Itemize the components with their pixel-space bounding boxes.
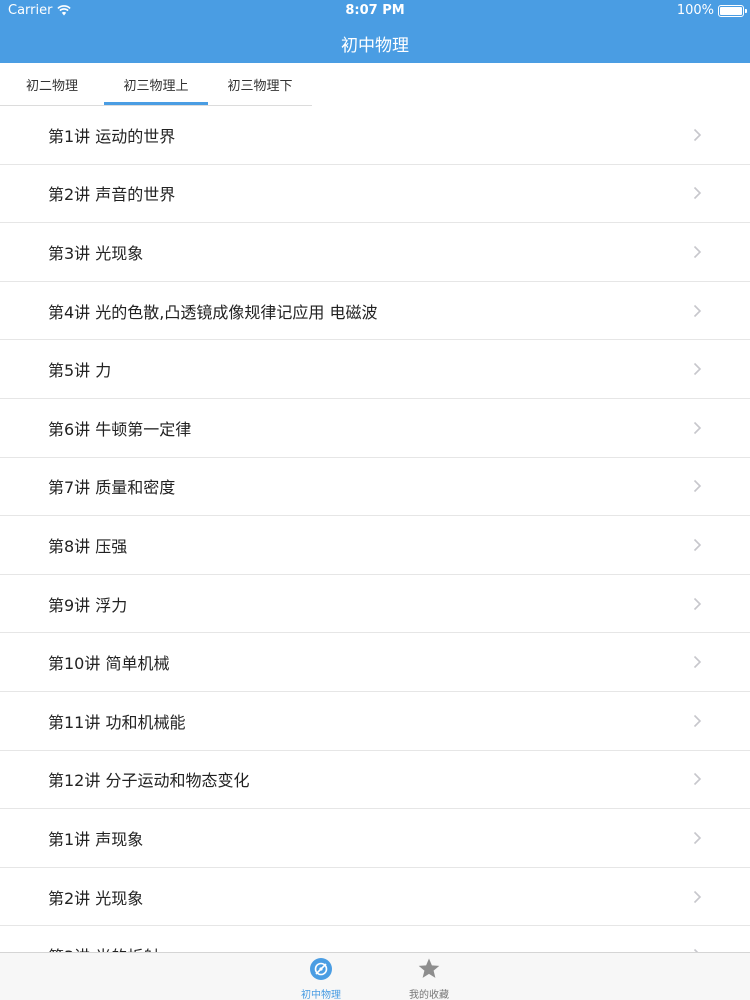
tab-bar-item-favorites[interactable]: 我的收藏 (389, 953, 469, 1000)
chevron-right-icon (693, 538, 702, 552)
list-item-label: 第8讲 压强 (48, 536, 128, 556)
list-item-label: 第11讲 功和机械能 (48, 712, 186, 732)
list-item[interactable]: 第9讲 浮力 (0, 575, 750, 634)
tab-grade-9-first[interactable]: 初三物理上 (104, 63, 208, 105)
list-item[interactable]: 第5讲 力 (0, 340, 750, 399)
list-item-label: 第1讲 声现象 (48, 829, 144, 849)
list-item[interactable]: 第8讲 压强 (0, 516, 750, 575)
tab-bar-label: 初中物理 (301, 990, 341, 1000)
chevron-right-icon (693, 831, 702, 844)
chevron-right-icon (693, 480, 702, 493)
chevron-right-icon (693, 714, 702, 727)
list-item-label: 第7讲 质量和密度 (48, 478, 176, 498)
chevron-right-icon (693, 890, 702, 903)
clock: 8:07 PM (345, 3, 405, 18)
list-item[interactable]: 第2讲 声音的世界 (0, 165, 750, 224)
battery-icon (718, 4, 747, 17)
list-item-label: 第2讲 声音的世界 (48, 185, 176, 205)
list-item-label: 第5讲 力 (48, 361, 112, 381)
list-item[interactable]: 第2讲 光现象 (0, 868, 750, 927)
list-item-label: 第3讲 光的折射 (48, 943, 159, 952)
list-item-label: 第10讲 简单机械 (48, 654, 170, 674)
list-item[interactable]: 第7讲 质量和密度 (0, 458, 750, 517)
list-item[interactable]: 第11讲 功和机械能 (0, 692, 750, 751)
chevron-right-icon (693, 597, 702, 610)
list-item[interactable]: 第1讲 运动的世界 (0, 106, 750, 165)
list-item[interactable]: 第3讲 光的折射 (0, 926, 750, 952)
navigation-bar: 初中物理 (0, 22, 750, 63)
chevron-right-icon (693, 421, 702, 434)
list-item-label: 第1讲 运动的世界 (48, 126, 176, 146)
list-item-label: 第12讲 分子运动和物态变化 (48, 771, 250, 791)
star-icon (418, 958, 440, 978)
chevron-right-icon (693, 304, 702, 317)
page-title: 初中物理 (341, 36, 409, 56)
disc-icon (310, 958, 332, 980)
lecture-list[interactable]: 第1讲 运动的世界 第2讲 声音的世界 第3讲 光现象 第4讲 光的色散,凸透镜… (0, 106, 750, 952)
tab-grade-8[interactable]: 初二物理 (0, 63, 104, 105)
chevron-right-icon (693, 773, 702, 786)
chevron-right-icon (693, 245, 702, 259)
list-item[interactable]: 第12讲 分子运动和物态变化 (0, 751, 750, 810)
bottom-tab-bar: 初中物理 我的收藏 (0, 952, 750, 1000)
battery-group: 100% (676, 3, 747, 18)
battery-percent: 100% (676, 3, 714, 18)
list-item-label: 第9讲 浮力 (48, 595, 128, 615)
list-item[interactable]: 第3讲 光现象 (0, 223, 750, 282)
chevron-right-icon (693, 363, 702, 376)
list-item-label: 第3讲 光现象 (48, 243, 144, 263)
chevron-right-icon (693, 656, 702, 669)
list-item[interactable]: 第6讲 牛顿第一定律 (0, 399, 750, 458)
list-item-label: 第2讲 光现象 (48, 888, 144, 908)
list-item-label: 第6讲 牛顿第一定律 (48, 419, 192, 439)
chevron-right-icon (693, 187, 702, 200)
tab-grade-9-second[interactable]: 初三物理下 (208, 63, 312, 105)
segment-tabs: 初二物理 初三物理上 初三物理下 (0, 63, 750, 107)
status-bar: Carrier 8:07 PM 100% (0, 0, 750, 22)
chevron-right-icon (693, 128, 702, 141)
list-item[interactable]: 第4讲 光的色散,凸透镜成像规律记应用 电磁波 (0, 282, 750, 341)
list-item[interactable]: 第10讲 简单机械 (0, 633, 750, 692)
tab-bar-item-physics[interactable]: 初中物理 (281, 953, 361, 1000)
list-item[interactable]: 第1讲 声现象 (0, 809, 750, 868)
tab-bar-label: 我的收藏 (409, 990, 449, 1000)
list-item-label: 第4讲 光的色散,凸透镜成像规律记应用 电磁波 (48, 302, 378, 322)
